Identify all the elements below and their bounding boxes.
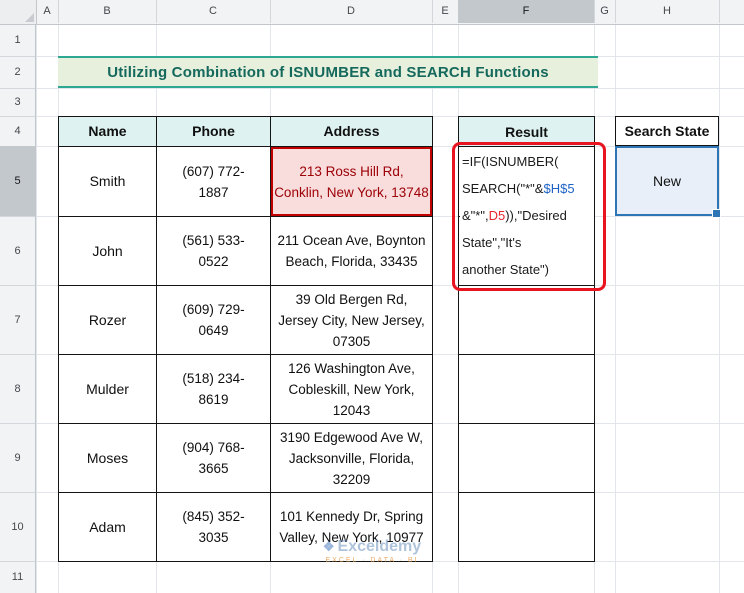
row-header-9[interactable]: 9 [0,423,35,493]
formula-line: SEARCH("*"&$H$5 [462,175,594,202]
formula-text: &"*", [462,208,489,223]
cell-address[interactable]: 101 Kennedy Dr, Spring Valley, New York,… [271,493,433,562]
cell-name[interactable]: Smith [59,147,157,217]
cell-phone[interactable]: (561) 533-0522 [157,217,271,286]
column-header-c[interactable]: C [156,0,271,23]
table-header-phone[interactable]: Phone [157,117,271,147]
result-header[interactable]: Result [459,117,595,147]
search-state-value: New [652,173,681,189]
table-header-name[interactable]: Name [59,117,157,147]
cell-phone[interactable]: (607) 772-1887 [157,147,271,217]
data-table: Name Phone Address Smith (607) 772-1887 … [58,116,433,562]
cell-name[interactable]: Mulder [59,355,157,424]
table-header-row: Name Phone Address [59,117,433,147]
cell-address[interactable]: 211 Ocean Ave, Boynton Beach, Florida, 3… [271,217,433,286]
column-header-strip: A B C D E F G H [0,0,744,25]
cell-phone[interactable]: (518) 234-8619 [157,355,271,424]
cell-address-highlighted[interactable]: 213 Ross Hill Rd, Conklin, New York, 137… [271,147,433,217]
formula-line: &"*",D5)),"Desired [462,202,594,229]
column-header-a[interactable]: A [36,0,59,23]
column-header-e[interactable]: E [432,0,459,23]
formula-line: =IF(ISNUMBER( [462,148,594,175]
cell-name[interactable]: Moses [59,424,157,493]
row-header-2[interactable]: 2 [0,56,35,89]
search-state-selected-cell[interactable]: New [615,146,721,218]
row-header-4[interactable]: 4 [0,116,35,147]
cell-phone[interactable]: (904) 768-3665 [157,424,271,493]
column-header-f[interactable]: F [458,0,595,23]
table-row: Adam (845) 352-3035 101 Kennedy Dr, Spri… [59,493,433,562]
row-header-8[interactable]: 8 [0,354,35,424]
cell-name[interactable]: Adam [59,493,157,562]
title-text: Utilizing Combination of ISNUMBER and SE… [107,63,549,81]
row-header-7[interactable]: 7 [0,285,35,355]
cell-name[interactable]: John [59,217,157,286]
formula-ref-relative: D5 [488,208,506,223]
result-cell[interactable] [459,286,595,355]
column-header-d[interactable]: D [270,0,433,23]
formula-text: State","It's [462,235,522,250]
row-header-strip: 1 2 3 4 5 6 7 8 9 10 11 [0,24,36,593]
fill-handle[interactable] [712,209,721,218]
spreadsheet: A B C D E F G H 1 2 3 4 5 6 7 8 9 10 11 … [0,0,744,593]
formula-ref-absolute: $H$5 [543,181,575,196]
table-header-address[interactable]: Address [271,117,433,147]
cell-address[interactable]: 126 Washington Ave, Cobleskill, New York… [271,355,433,424]
column-header-g[interactable]: G [594,0,616,23]
cell-address[interactable]: 39 Old Bergen Rd, Jersey City, New Jerse… [271,286,433,355]
column-header-partial[interactable] [719,0,744,23]
formula-text: )),"Desired [505,208,567,223]
formula-text: SEARCH("*"& [462,181,544,196]
result-cell[interactable] [459,355,595,424]
table-row: Smith (607) 772-1887 213 Ross Hill Rd, C… [59,147,433,217]
search-state-header[interactable]: Search State [615,116,719,146]
cell-phone[interactable]: (845) 352-3035 [157,493,271,562]
select-all-corner[interactable] [0,0,37,25]
formula-text: another State") [462,262,550,277]
title-banner[interactable]: Utilizing Combination of ISNUMBER and SE… [58,56,598,88]
table-row: Rozer (609) 729-0649 39 Old Bergen Rd, J… [59,286,433,355]
result-cell[interactable] [459,493,595,562]
formula-text: =IF(ISNUMBER( [462,154,559,169]
table-row: Moses (904) 768-3665 3190 Edgewood Ave W… [59,424,433,493]
row-header-1[interactable]: 1 [0,24,35,57]
column-header-b[interactable]: B [58,0,157,23]
formula-line: State","It's [462,229,594,256]
cell-phone[interactable]: (609) 729-0649 [157,286,271,355]
column-header-h[interactable]: H [615,0,720,23]
row-header-5[interactable]: 5 [0,146,35,217]
row-header-3[interactable]: 3 [0,88,35,117]
table-row: Mulder (518) 234-8619 126 Washington Ave… [59,355,433,424]
table-row: John (561) 533-0522 211 Ocean Ave, Boynt… [59,217,433,286]
row-header-11[interactable]: 11 [0,561,35,593]
row-header-10[interactable]: 10 [0,492,35,562]
row-header-6[interactable]: 6 [0,216,35,286]
formula-line: another State") [462,256,594,283]
cell-name[interactable]: Rozer [59,286,157,355]
cell-address[interactable]: 3190 Edgewood Ave W, Jacksonville, Flori… [271,424,433,493]
result-formula-cell[interactable]: =IF(ISNUMBER( SEARCH("*"&$H$5 &"*",D5)),… [460,148,594,283]
result-cell[interactable] [459,424,595,493]
